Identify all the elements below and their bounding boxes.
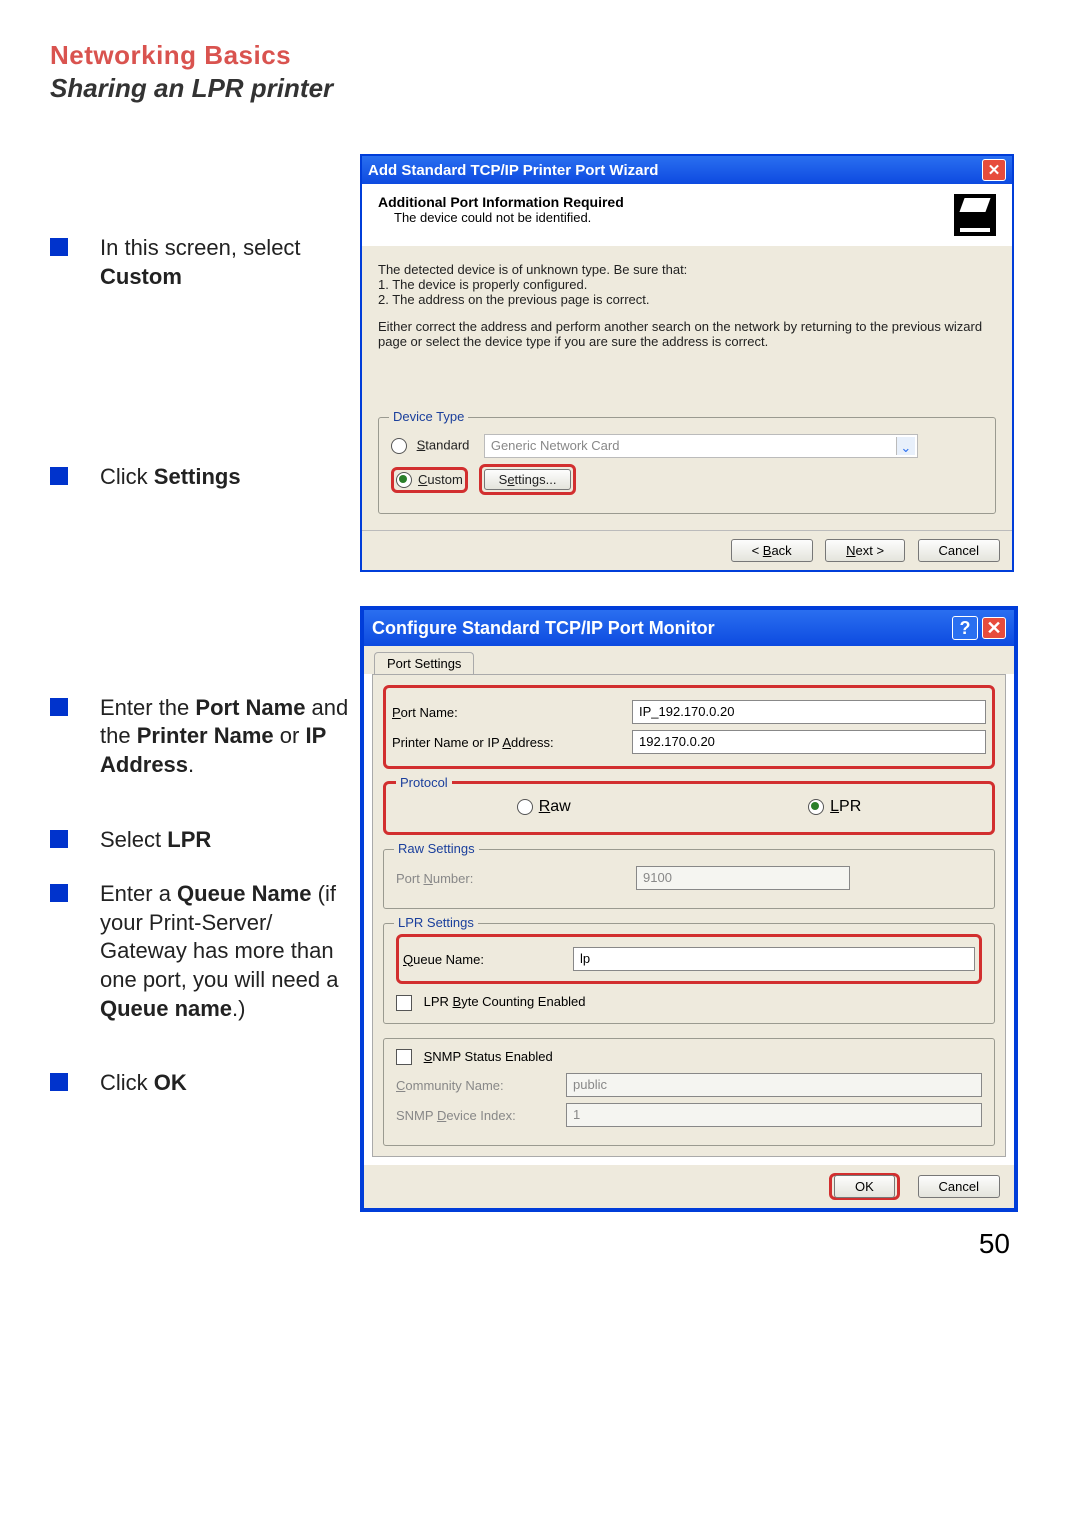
snmp-index-label: SNMP Device Index:SNMP Device Index: bbox=[396, 1108, 566, 1123]
radio-custom-label: CCustomustom bbox=[418, 472, 463, 487]
port-name-label: Port Name:Port Name: bbox=[392, 705, 632, 720]
bullet-icon bbox=[50, 467, 68, 485]
radio-raw-label: RawRaw bbox=[539, 798, 571, 815]
snmp-index-input: 1 bbox=[566, 1103, 982, 1127]
printer-icon bbox=[954, 194, 996, 236]
port-monitor-dialog: Configure Standard TCP/IP Port Monitor ?… bbox=[360, 606, 1018, 1212]
wizard-body-bullet1: 1. The device is properly configured. bbox=[378, 277, 996, 292]
lpr-byte-checkbox[interactable] bbox=[396, 995, 412, 1011]
community-name-label: Community Name:Community Name: bbox=[396, 1078, 566, 1093]
raw-port-label: Port Number:Port Number: bbox=[396, 871, 636, 886]
protocol-legend: Protocol bbox=[396, 775, 452, 790]
lpr-byte-label: LPR Byte Counting EnabledLPR Byte Counti… bbox=[424, 994, 586, 1009]
cancel-button[interactable]: Cancel bbox=[918, 539, 1000, 562]
instruction-6: Click OK bbox=[100, 1069, 187, 1098]
instruction-3: Enter the Port Name and the Printer Name… bbox=[100, 694, 350, 780]
radio-standard-label: SStandardtandard bbox=[417, 437, 470, 452]
snmp-label: SNMP Status EnabledSNMP Status Enabled bbox=[424, 1049, 553, 1064]
back-button[interactable]: < Back< Back bbox=[731, 539, 813, 562]
page-subtitle: Sharing an LPR printer bbox=[50, 73, 1030, 104]
device-type-fieldset: Device Type SStandardtandard Generic Net… bbox=[378, 417, 996, 514]
wizard-subtitle: Additional Port Information Required bbox=[378, 194, 946, 210]
ok-button[interactable]: OK bbox=[834, 1175, 895, 1198]
settings-button[interactable]: Settings...Settings... bbox=[484, 469, 572, 490]
wizard-body-bullet2: 2. The address on the previous page is c… bbox=[378, 292, 996, 307]
dropdown-value: Generic Network Card bbox=[491, 438, 620, 453]
bullet-icon bbox=[50, 1073, 68, 1091]
lpr-settings-legend: LPR Settings bbox=[394, 915, 478, 930]
close-icon[interactable]: ✕ bbox=[982, 159, 1006, 181]
bullet-icon bbox=[50, 884, 68, 902]
ip-input[interactable]: 192.170.0.20 bbox=[632, 730, 986, 754]
device-type-legend: Device Type bbox=[389, 409, 468, 424]
help-icon[interactable]: ? bbox=[952, 616, 978, 640]
bullet-icon bbox=[50, 238, 68, 256]
wizard-dialog: Add Standard TCP/IP Printer Port Wizard … bbox=[360, 154, 1014, 572]
community-name-input: public bbox=[566, 1073, 982, 1097]
tab-port-settings[interactable]: Port Settings bbox=[374, 652, 474, 674]
chevron-down-icon: ⌄ bbox=[896, 437, 915, 455]
port-monitor-title: Configure Standard TCP/IP Port Monitor bbox=[372, 618, 952, 639]
close-icon[interactable]: ✕ bbox=[982, 617, 1006, 639]
page-number: 50 bbox=[50, 1228, 1010, 1260]
page-title: Networking Basics bbox=[50, 40, 1030, 71]
radio-raw[interactable] bbox=[517, 799, 533, 815]
port-name-input[interactable]: IP_192.170.0.20 bbox=[632, 700, 986, 724]
instruction-5: Enter a Queue Name (if your Print-Server… bbox=[100, 880, 350, 1023]
port-monitor-titlebar[interactable]: Configure Standard TCP/IP Port Monitor ?… bbox=[364, 610, 1014, 646]
bullet-icon bbox=[50, 830, 68, 848]
radio-custom[interactable] bbox=[396, 472, 412, 488]
wizard-title: Add Standard TCP/IP Printer Port Wizard bbox=[368, 162, 982, 179]
bullet-icon bbox=[50, 698, 68, 716]
wizard-body-para2: Either correct the address and perform a… bbox=[378, 319, 996, 349]
radio-lpr[interactable] bbox=[808, 799, 824, 815]
instruction-4: Select LPR bbox=[100, 826, 211, 855]
queue-name-input[interactable]: lp bbox=[573, 947, 975, 971]
raw-settings-legend: Raw Settings bbox=[394, 841, 479, 856]
radio-lpr-label: LPRLPR bbox=[830, 798, 861, 815]
ip-label: Printer Name or IP Address:Printer Name … bbox=[392, 735, 632, 750]
instruction-2: Click Settings bbox=[100, 463, 241, 492]
wizard-subdesc: The device could not be identified. bbox=[378, 210, 946, 225]
snmp-checkbox[interactable] bbox=[396, 1049, 412, 1065]
wizard-body-line1: The detected device is of unknown type. … bbox=[378, 262, 996, 277]
device-type-dropdown[interactable]: Generic Network Card ⌄ bbox=[484, 434, 918, 458]
radio-standard[interactable] bbox=[391, 438, 407, 454]
queue-name-label: Queue Name:Queue Name: bbox=[403, 952, 573, 967]
cancel-button[interactable]: Cancel bbox=[918, 1175, 1000, 1198]
raw-port-input: 9100 bbox=[636, 866, 850, 890]
wizard-titlebar[interactable]: Add Standard TCP/IP Printer Port Wizard … bbox=[362, 156, 1012, 184]
next-button[interactable]: Next >Next > bbox=[825, 539, 905, 562]
instruction-1: In this screen, select Custom bbox=[100, 234, 350, 291]
